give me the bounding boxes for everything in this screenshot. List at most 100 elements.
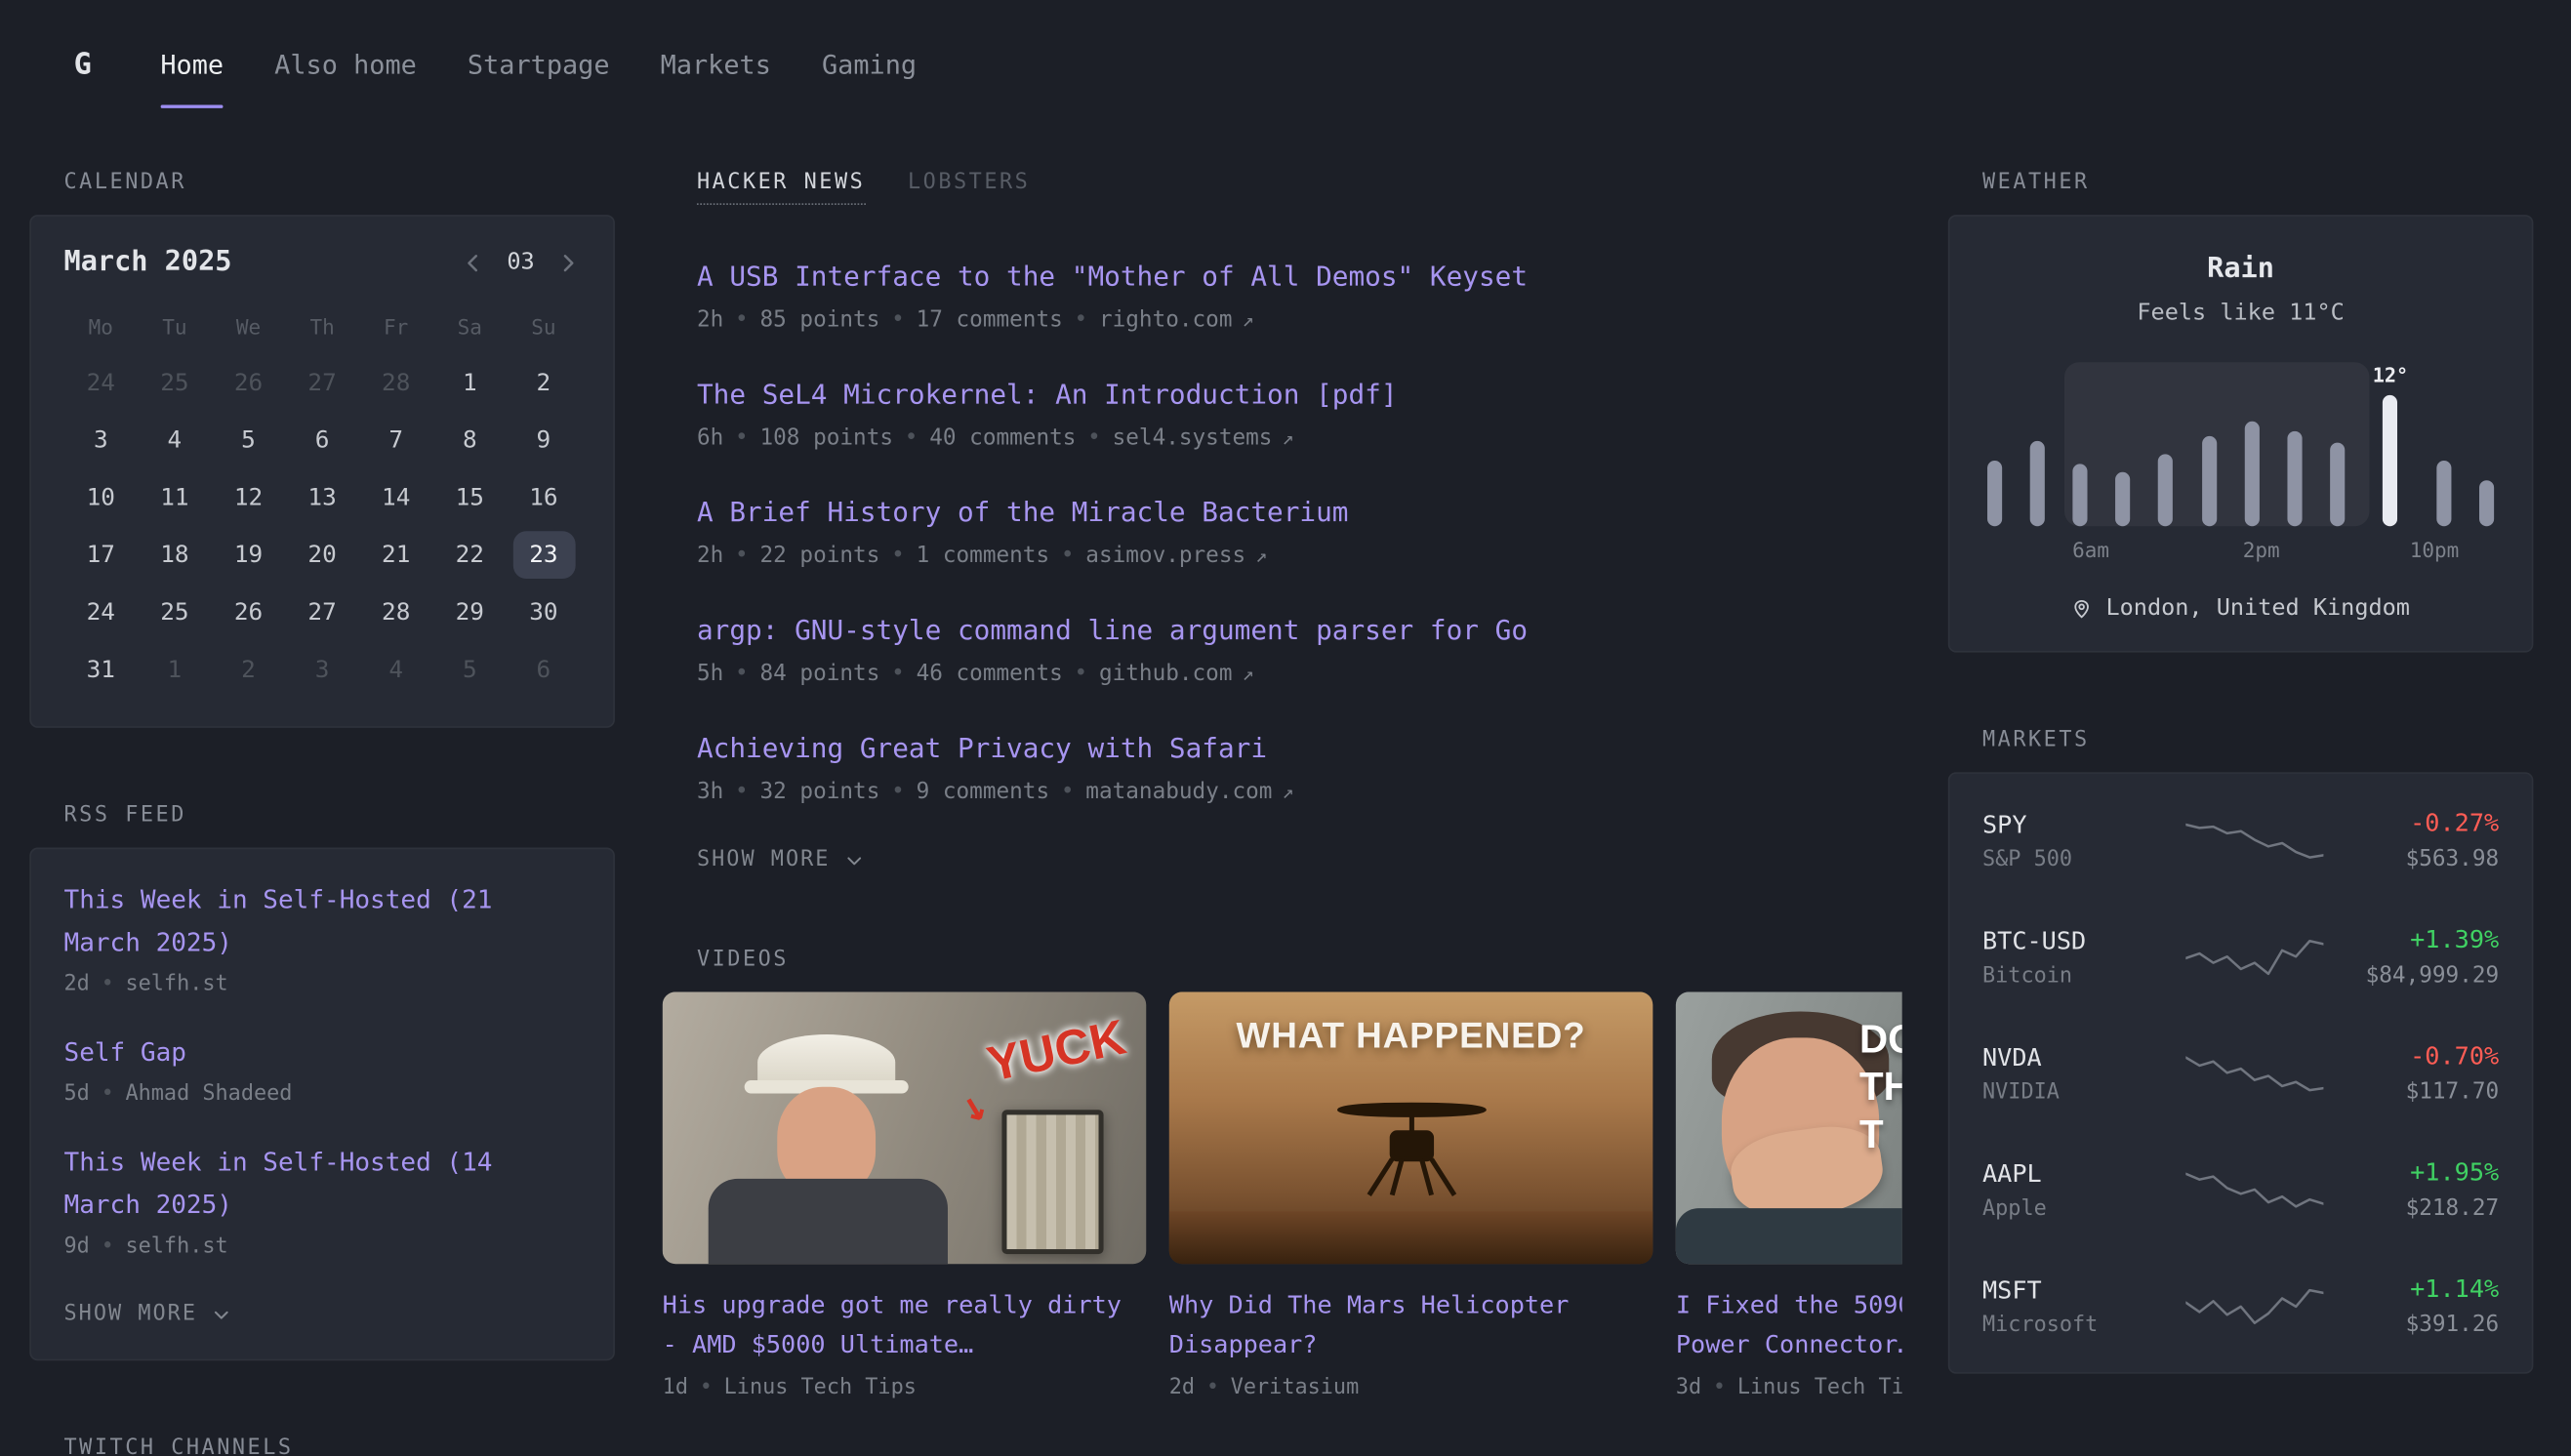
rss-item-title[interactable]: This Week in Self-Hosted (14 March 2025) [64,1141,581,1226]
bullet-separator [735,306,749,333]
market-name: Apple [1982,1195,2176,1220]
weather-bar-shape [2479,480,2494,526]
news-item-comments[interactable]: 40 comments [929,425,1076,451]
news-item-title[interactable]: argp: GNU-style command line argument pa… [697,612,1867,650]
markets-card: SPY S&P 500 -0.27% $563.98 [1948,772,2534,1374]
news-item-comments[interactable]: 9 comments [917,780,1050,806]
news-tab[interactable]: HACKER NEWS [697,171,865,205]
dirty-filter-shape [1001,1111,1103,1255]
market-sparkline [2176,935,2365,978]
video-channel: Linus Tech Tips [724,1376,917,1400]
calendar-day: 2 [512,359,575,407]
news-item-title[interactable]: A Brief History of the Miracle Bacterium [697,494,1867,532]
external-link-icon [1255,545,1267,568]
bullet-separator [102,1082,114,1107]
market-symbol-block: AAPL Apple [1982,1158,2176,1221]
video-title[interactable]: His upgrade got me really dirty - AMD $5… [663,1286,1147,1365]
calendar-next-button[interactable] [555,250,580,274]
news-show-more-button[interactable]: SHOW MORE [697,848,865,872]
market-row[interactable]: AAPL Apple +1.95% $218.27 [1982,1131,2499,1247]
weather-hour-bar: 12° [2373,362,2408,526]
nav-item[interactable]: Markets [661,0,771,128]
news-item-title[interactable]: A USB Interface to the "Mother of All De… [697,258,1867,296]
market-row[interactable]: MSFT Microsoft +1.14% $391.26 [1982,1247,2499,1363]
bullet-separator [735,425,749,451]
nav-tabs: Home Also home Startpage Markets Gaming [160,0,917,128]
market-row[interactable]: NVDA NVIDIA -0.70% $117.70 [1982,1015,2499,1131]
calendar-day: 16 [512,473,575,521]
calendar-grid: 24 25 26 27 28 1 2 [64,359,581,694]
nav-item[interactable]: Also home [274,0,417,128]
mars-helicopter-shape [1313,1090,1510,1211]
rss-item-title[interactable]: This Week in Self-Hosted (21 March 2025) [64,878,581,963]
rss-widget: RSS FEED This Week in Self-Hosted (21 Ma… [29,803,615,1360]
calendar-weekday: Th [285,315,359,340]
calendar-day: 31 [69,646,132,694]
news-item-domain[interactable]: righto.com [1099,306,1233,333]
news-item-title[interactable]: Achieving Great Privacy with Safari [697,730,1867,768]
market-values-block: +1.95% $218.27 [2406,1157,2500,1222]
external-link-icon [1283,781,1294,804]
twitch-widget: TWITCH CHANNELS [29,1436,615,1456]
nav-item-label: Home [160,49,224,80]
news-item-domain[interactable]: github.com [1099,662,1233,688]
nav-item[interactable]: Startpage [468,0,610,128]
calendar-day: 27 [291,588,353,636]
news-list: A USB Interface to the "Mother of All De… [697,258,1867,873]
news-tab[interactable]: LOBSTERS [908,171,1030,205]
market-row[interactable]: SPY S&P 500 -0.27% $563.98 [1982,782,2499,898]
calendar-day: 12 [218,473,280,521]
news-item-meta: 2h 22 points 1 comments asimov.press [697,544,1867,570]
market-price: $117.70 [2406,1078,2500,1105]
video-thumbnail[interactable]: YUCK ↘ [663,992,1147,1265]
news-item-age: 2h [697,544,723,570]
chevron-right-icon [555,250,580,274]
calendar-day: 29 [438,588,501,636]
news-item-domain[interactable]: asimov.press [1085,544,1245,570]
thumbnail-overlay-text: WHAT HAPPENED? [1169,1016,1653,1059]
video-thumbnail[interactable]: DO TH T [1676,992,1902,1265]
market-symbol-block: SPY S&P 500 [1982,809,2176,871]
app-logo[interactable]: G [74,47,92,81]
rss-show-more-button[interactable]: SHOW MORE [64,1302,232,1326]
calendar-prev-button[interactable] [461,250,485,274]
main-content: CALENDAR March 2025 03 [0,128,2571,1456]
video-thumbnail[interactable]: WHAT HAPPENED? [1169,992,1653,1265]
nav-item[interactable]: Home [160,0,224,128]
bullet-separator [735,662,749,688]
news-item-domain[interactable]: sel4.systems [1113,425,1273,451]
calendar-card: March 2025 03 Mo [29,215,615,728]
news-item: A Brief History of the Miracle Bacterium… [697,494,1867,569]
market-values-block: -0.27% $563.98 [2406,808,2500,872]
calendar-day: 23 [512,531,575,579]
weather-hour-bar [2158,362,2173,526]
news-item-comments[interactable]: 46 comments [917,662,1063,688]
news-item-points: 108 points [759,425,893,451]
news-item-age: 5h [697,662,723,688]
market-row[interactable]: BTC-USD Bitcoin +1.39% $84,999.29 [1982,899,2499,1015]
market-price: $84,999.29 [2366,962,2500,989]
calendar-day: 25 [143,588,206,636]
video-title[interactable]: Why Did The Mars Helicopter Disappear? [1169,1286,1653,1365]
news-item-domain[interactable]: matanabudy.com [1085,780,1272,806]
middle-column: HACKER NEWS LOBSTERS A USB Interface to … [663,171,1902,1401]
news-item-comments[interactable]: 1 comments [917,544,1050,570]
chevron-down-icon [212,1305,231,1324]
video-title[interactable]: I Fixed the 5090 Power Connector… [1676,1286,1902,1365]
market-change: -0.70% [2406,1041,2500,1071]
rss-card: This Week in Self-Hosted (21 March 2025)… [29,848,615,1361]
nav-item[interactable]: Gaming [822,0,917,128]
top-nav: G Home Also home Startpage Markets [0,0,2571,128]
rss-section-label: RSS FEED [29,803,615,828]
market-ticker: SPY [1982,809,2176,838]
weather-section-label: WEATHER [1948,171,2534,195]
external-link-icon [1283,426,1294,450]
weather-time-label: 10pm [2410,538,2460,562]
market-sparkline [2176,1168,2405,1211]
news-item-title[interactable]: The SeL4 Microkernel: An Introduction [p… [697,376,1867,414]
market-sparkline [2176,819,2405,862]
rss-item-title[interactable]: Self Gap [64,1031,581,1074]
calendar-day: 1 [438,359,501,407]
bullet-separator [1713,1376,1726,1400]
news-item-comments[interactable]: 17 comments [917,306,1063,333]
